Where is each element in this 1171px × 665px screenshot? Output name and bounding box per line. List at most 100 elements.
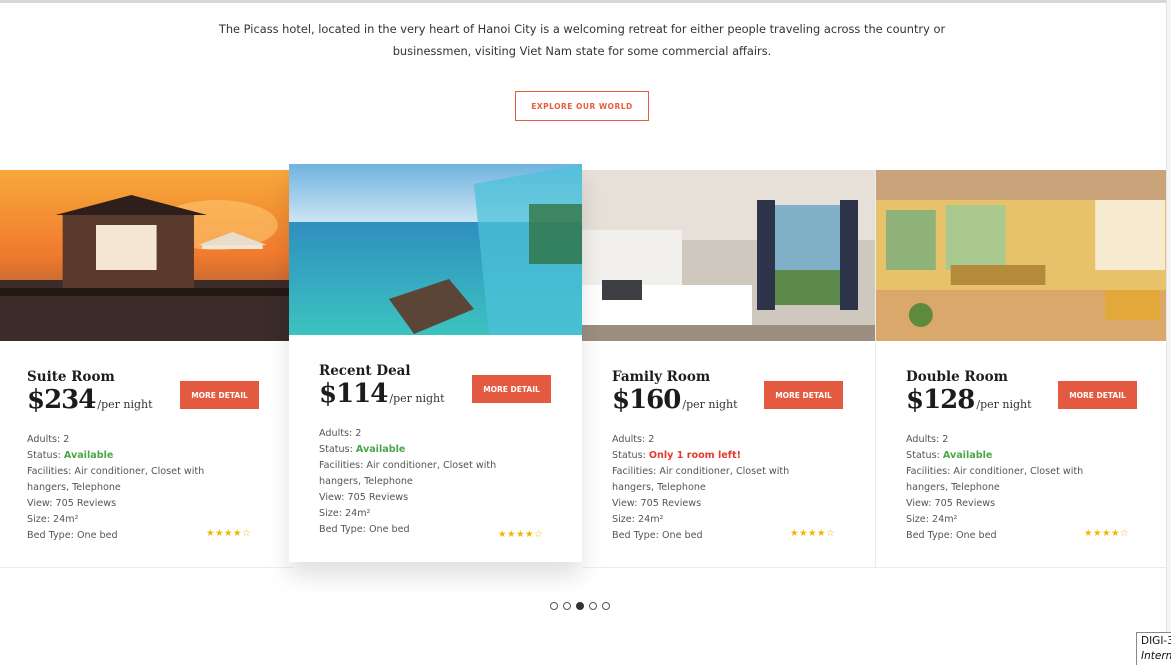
view-label: View: — [906, 498, 932, 509]
star-icon-empty: ☆ — [242, 528, 252, 539]
view-label: View: — [612, 498, 638, 509]
status-label: Status: — [27, 450, 61, 461]
room-photo-yellow-living-room[interactable] — [876, 170, 1166, 341]
rating-stars: ★★★★☆ — [498, 529, 543, 540]
more-detail-button[interactable]: MORE DETAIL — [472, 375, 551, 403]
tooltip-line-1: DIGI-3 — [1141, 635, 1171, 647]
room-info: Adults: 2 Status: Available Facilities: … — [27, 432, 222, 544]
price-value: $160 — [612, 385, 681, 415]
pagination-dot-4[interactable] — [589, 602, 597, 610]
size-value: 24m² — [345, 508, 371, 519]
tooltip-line-2: Intern — [1141, 650, 1171, 662]
star-icon-filled: ★★★★ — [790, 528, 827, 539]
pagination-dot-5[interactable] — [602, 602, 610, 610]
bed-type-label: Bed Type: — [319, 524, 366, 535]
top-divider — [0, 0, 1171, 3]
room-info: Adults: 2 Status: Available Facilities: … — [906, 432, 1101, 544]
rating-stars: ★★★★☆ — [790, 528, 835, 539]
facilities-label: Facilities: — [906, 466, 951, 477]
scrollbar-track[interactable] — [1166, 0, 1171, 665]
bed-type-label: Bed Type: — [612, 530, 659, 541]
pagination-dot-2[interactable] — [563, 602, 571, 610]
view-value: 705 Reviews — [347, 492, 409, 503]
price-value: $128 — [906, 385, 975, 415]
facilities-value: Air conditioner, Closet with — [953, 466, 1084, 477]
view-label: View: — [319, 492, 345, 503]
room-info: Adults: 2 Status: Available Facilities: … — [319, 426, 514, 538]
room-name: Double Room — [906, 369, 1008, 385]
status-label: Status: — [906, 450, 940, 461]
facilities-label: Facilities: — [27, 466, 72, 477]
size-label: Size: — [612, 514, 635, 525]
pagination-dot-3-active[interactable] — [576, 602, 584, 610]
carousel-pagination — [550, 602, 610, 610]
room-info: Adults: 2 Status: Only 1 room left! Faci… — [612, 432, 807, 544]
adults-value: 2 — [942, 434, 949, 445]
facilities-value-cont: hangers, Telephone — [27, 482, 121, 493]
price-value: $234 — [27, 385, 96, 415]
per-night-label: /per night — [976, 398, 1032, 411]
size-label: Size: — [27, 514, 50, 525]
adults-label: Adults: — [319, 428, 353, 439]
size-value: 24m² — [932, 514, 958, 525]
more-detail-button[interactable]: MORE DETAIL — [180, 381, 259, 409]
star-icon-filled: ★★★★ — [1084, 528, 1121, 539]
facilities-value-cont: hangers, Telephone — [612, 482, 706, 493]
adults-label: Adults: — [906, 434, 940, 445]
status-value: Available — [355, 444, 406, 455]
bed-type-value: One bed — [955, 530, 997, 541]
rating-stars: ★★★★☆ — [1084, 528, 1129, 539]
status-label: Status: — [612, 450, 646, 461]
room-name: Family Room — [612, 369, 711, 385]
view-value: 705 Reviews — [55, 498, 117, 509]
bed-type-value: One bed — [661, 530, 703, 541]
size-label: Size: — [319, 508, 342, 519]
adults-value: 2 — [63, 434, 70, 445]
status-value: Available — [63, 450, 114, 461]
per-night-label: /per night — [389, 392, 445, 405]
star-icon-empty: ☆ — [1120, 528, 1130, 539]
more-detail-button[interactable]: MORE DETAIL — [764, 381, 843, 409]
facilities-value: Air conditioner, Closet with — [366, 460, 497, 471]
star-icon-empty: ☆ — [826, 528, 836, 539]
facilities-value: Air conditioner, Closet with — [659, 466, 790, 477]
price-value: $114 — [319, 379, 388, 409]
room-price: $234 /per night — [27, 385, 153, 415]
star-icon-filled: ★★★★ — [206, 528, 243, 539]
bed-type-label: Bed Type: — [906, 530, 953, 541]
bed-type-label: Bed Type: — [27, 530, 74, 541]
facilities-value-cont: hangers, Telephone — [906, 482, 1000, 493]
explore-our-world-button[interactable]: EXPLORE OUR WORLD — [515, 91, 649, 121]
room-name: Suite Room — [27, 369, 115, 385]
more-detail-button[interactable]: MORE DETAIL — [1058, 381, 1137, 409]
view-value: 705 Reviews — [640, 498, 702, 509]
room-photo-sea-view-balcony[interactable] — [289, 164, 582, 335]
bed-type-value: One bed — [368, 524, 410, 535]
adults-label: Adults: — [612, 434, 646, 445]
status-value: Available — [942, 450, 993, 461]
status-tooltip: DIGI-3 Intern — [1136, 632, 1171, 665]
room-price: $160 /per night — [612, 385, 738, 415]
room-photo-overwater-bungalow[interactable] — [0, 170, 293, 341]
bed-type-value: One bed — [76, 530, 118, 541]
room-card-double: Double Room $128 /per night MORE DETAIL … — [875, 170, 1166, 568]
intro-line-2: businessmen, visiting Viet Nam state for… — [392, 44, 772, 58]
size-label: Size: — [906, 514, 929, 525]
facilities-value-cont: hangers, Telephone — [319, 476, 413, 487]
pagination-dot-1[interactable] — [550, 602, 558, 610]
view-value: 705 Reviews — [934, 498, 996, 509]
per-night-label: /per night — [682, 398, 738, 411]
view-label: View: — [27, 498, 53, 509]
room-card-recent-deal: Recent Deal $114 /per night MORE DETAIL … — [289, 164, 582, 562]
facilities-value: Air conditioner, Closet with — [74, 466, 205, 477]
hotel-intro: The Picass hotel, located in the very he… — [0, 18, 1164, 62]
room-price: $128 /per night — [906, 385, 1032, 415]
rating-stars: ★★★★☆ — [206, 528, 251, 539]
adults-label: Adults: — [27, 434, 61, 445]
room-card-suite: Suite Room $234 /per night MORE DETAIL A… — [0, 170, 293, 568]
per-night-label: /per night — [97, 398, 153, 411]
room-card-family: Family Room $160 /per night MORE DETAIL … — [582, 170, 875, 568]
room-photo-bedroom-sea-view[interactable] — [582, 170, 875, 341]
room-price: $114 /per night — [319, 379, 445, 409]
star-icon-empty: ☆ — [534, 529, 544, 540]
